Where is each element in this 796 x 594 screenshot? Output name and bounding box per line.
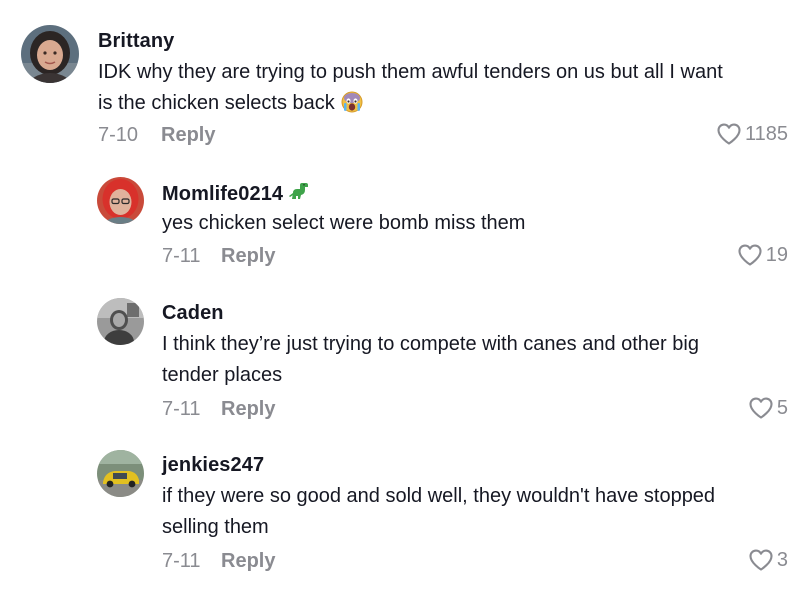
like-count: 5 <box>776 396 788 419</box>
like-count: 19 <box>765 243 788 266</box>
comment-text-line: yes chicken select were bomb miss them <box>162 212 526 234</box>
like-count: 1185 <box>744 122 788 145</box>
comment-text: IDK why they are trying to push them awf… <box>98 57 723 123</box>
heart-outline-icon <box>748 396 774 420</box>
comment-date: 7-11 <box>162 245 201 267</box>
comment-text-line: IDK why they are trying to push them awf… <box>98 61 723 83</box>
heart-outline-icon <box>716 122 742 146</box>
comment-date: 7-11 <box>162 398 201 420</box>
comment-text: if they were so good and sold well, they… <box>162 481 715 543</box>
reply-button[interactable]: Reply <box>221 245 275 268</box>
avatar[interactable] <box>97 450 144 497</box>
reply-button[interactable]: Reply <box>221 550 275 573</box>
like-button[interactable]: 1185 <box>716 122 788 146</box>
comment-text-line: if they were so good and sold well, they… <box>162 485 716 507</box>
comment-text-line-with-emoji: is the chicken selects back <box>98 88 723 123</box>
comment-username-text: Momlife0214 <box>162 183 284 205</box>
like-button[interactable]: 5 <box>748 396 788 420</box>
heart-outline-icon <box>737 243 763 267</box>
crying-face-emoji-icon <box>341 91 363 123</box>
comment-text-line: is the chicken selects back <box>98 92 335 114</box>
reply-button[interactable]: Reply <box>161 124 215 147</box>
avatar[interactable] <box>97 298 144 345</box>
avatar[interactable] <box>97 177 144 224</box>
comment-username[interactable]: Caden <box>162 302 224 325</box>
like-count: 3 <box>776 548 788 571</box>
comment-username[interactable]: jenkies247 <box>162 454 264 477</box>
comment-text: I think they’re just trying to compete w… <box>162 329 699 391</box>
reply-button[interactable]: Reply <box>221 398 275 421</box>
comment-username[interactable]: Brittany <box>98 30 174 53</box>
comment-thread: Brittany IDK why they are trying to push… <box>0 0 796 594</box>
comment-text: yes chicken select were bomb miss them <box>162 208 525 239</box>
heart-outline-icon <box>748 548 774 572</box>
comment-text-line: I think they’re just trying to compete w… <box>162 333 699 355</box>
comment-date: 7-11 <box>162 550 201 572</box>
comment-text-line: tender places <box>162 364 283 386</box>
comment-date: 7-10 <box>98 124 139 146</box>
avatar[interactable] <box>21 25 79 83</box>
comment-username[interactable]: Momlife0214 <box>162 181 310 209</box>
like-button[interactable]: 3 <box>748 548 788 572</box>
like-button[interactable]: 19 <box>737 243 788 267</box>
comment-text-line: selling them <box>162 516 269 538</box>
dinosaur-emoji-icon <box>288 181 310 209</box>
